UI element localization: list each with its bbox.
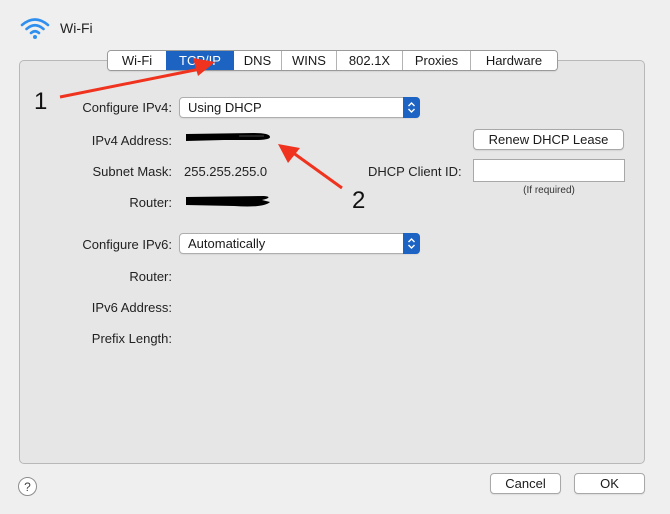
annotation-number-2: 2	[352, 187, 366, 214]
configure-ipv6-value: Automatically	[188, 236, 266, 251]
annotation-number-1: 1	[34, 88, 48, 115]
configure-ipv4-value: Using DHCP	[188, 100, 262, 115]
configure-ipv6-select[interactable]: Automatically	[179, 233, 420, 254]
tab-dns[interactable]: DNS	[233, 51, 281, 70]
subnet-mask-value: 255.255.255.0	[184, 164, 268, 179]
popup-stepper-icon	[403, 233, 420, 254]
renew-dhcp-lease-button[interactable]: Renew DHCP Lease	[473, 129, 624, 150]
tab-tcpip[interactable]: TCP/IP	[166, 51, 233, 70]
prefix-length-label: Prefix Length:	[91, 331, 172, 346]
tab-bar: Wi-Fi TCP/IP DNS WINS 802.1X Proxies Har…	[107, 50, 558, 71]
ipv4-address-label: IPv4 Address:	[91, 133, 172, 148]
network-service-title: Wi-Fi	[60, 20, 93, 36]
wifi-icon	[20, 18, 50, 39]
dhcp-client-id-field[interactable]	[473, 159, 625, 182]
tab-wins[interactable]: WINS	[281, 51, 336, 70]
ipv4-address-redacted	[186, 133, 270, 141]
help-icon: ?	[24, 479, 31, 494]
ipv6-router-label: Router:	[129, 269, 172, 284]
dhcp-client-id-label: DHCP Client ID:	[368, 164, 462, 179]
tab-proxies[interactable]: Proxies	[402, 51, 470, 70]
ok-button[interactable]: OK	[574, 473, 645, 494]
subnet-mask-label: Subnet Mask:	[92, 164, 173, 179]
dhcp-client-id-hint: (If required)	[523, 185, 575, 196]
tab-wifi[interactable]: Wi-Fi	[108, 51, 166, 70]
ipv4-router-redacted	[186, 196, 270, 207]
cancel-button[interactable]: Cancel	[490, 473, 561, 494]
tab-hardware[interactable]: Hardware	[470, 51, 557, 70]
ipv6-address-label: IPv6 Address:	[91, 300, 172, 315]
tab-content-panel	[19, 60, 645, 464]
configure-ipv4-select[interactable]: Using DHCP	[179, 97, 420, 118]
configure-ipv6-label: Configure IPv6:	[82, 237, 172, 252]
popup-stepper-icon	[403, 97, 420, 118]
help-button[interactable]: ?	[18, 477, 37, 496]
tab-802-1x[interactable]: 802.1X	[336, 51, 402, 70]
ipv4-router-label: Router:	[129, 195, 172, 210]
